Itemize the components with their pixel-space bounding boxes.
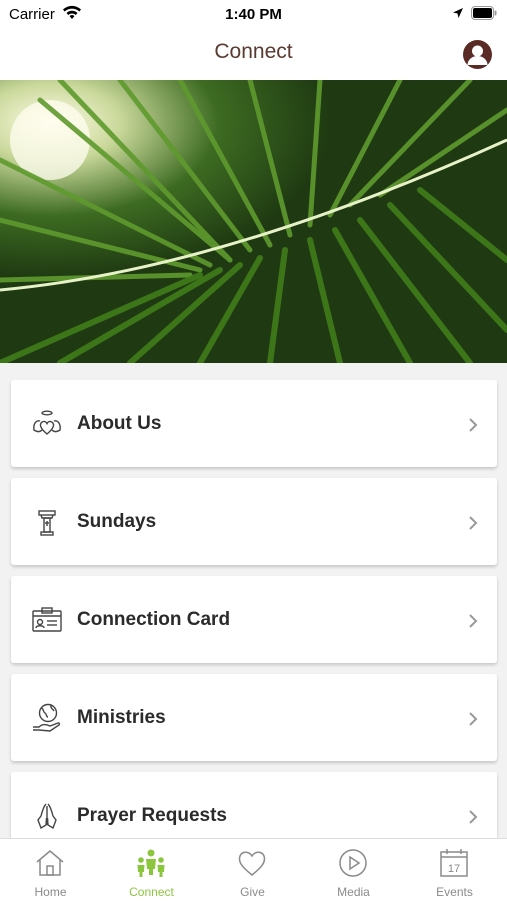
tab-label: Events	[436, 885, 473, 899]
tab-media[interactable]: Media	[303, 839, 404, 901]
play-icon	[339, 849, 367, 877]
menu-card-connection-card[interactable]: Connection Card	[11, 576, 497, 663]
tab-label: Media	[337, 885, 370, 899]
tab-events[interactable]: 17 Events	[404, 839, 505, 901]
profile-avatar-button[interactable]	[463, 40, 492, 69]
home-icon	[36, 850, 64, 876]
id-card-icon	[32, 607, 62, 632]
calendar-day: 17	[448, 863, 460, 875]
card-label: Sundays	[77, 511, 157, 532]
tab-label: Connect	[129, 885, 174, 899]
people-icon	[137, 849, 165, 877]
tab-label: Home	[34, 885, 67, 899]
location-arrow-icon	[453, 8, 463, 18]
praying-hands-icon	[37, 803, 57, 830]
calendar-icon: 17	[440, 849, 468, 877]
bottom-tab-bar: Home Connect Give Media 17 Events	[0, 838, 507, 901]
battery-icon	[471, 6, 497, 20]
globe-hand-icon	[33, 703, 61, 732]
card-label: About Us	[77, 413, 162, 434]
card-label: Connection Card	[77, 609, 231, 630]
chevron-right-icon	[469, 810, 478, 824]
card-label: Ministries	[77, 707, 166, 728]
tab-label: Give	[240, 885, 265, 899]
nav-header: Connect	[0, 28, 507, 80]
menu-card-ministries[interactable]: Ministries	[11, 674, 497, 761]
tab-connect[interactable]: Connect	[101, 839, 202, 901]
tab-give[interactable]: Give	[202, 839, 303, 901]
menu-card-about-us[interactable]: About Us	[11, 380, 497, 467]
menu-card-sundays[interactable]: Sundays	[11, 478, 497, 565]
chevron-right-icon	[469, 614, 478, 628]
chevron-right-icon	[469, 418, 478, 432]
chevron-right-icon	[469, 516, 478, 530]
hero-banner-image	[0, 80, 507, 363]
chevron-right-icon	[469, 712, 478, 726]
card-label: Prayer Requests	[77, 805, 227, 826]
lectern-icon	[38, 510, 56, 536]
user-icon	[467, 45, 488, 65]
heart-icon	[238, 851, 266, 876]
tab-home[interactable]: Home	[0, 839, 101, 901]
status-bar: Carrier 1:40 PM	[0, 0, 507, 28]
page-title: Connect	[214, 40, 293, 63]
palm-leaf-image	[0, 80, 507, 363]
clock: 1:40 PM	[225, 6, 282, 23]
angel-heart-icon	[33, 410, 61, 435]
